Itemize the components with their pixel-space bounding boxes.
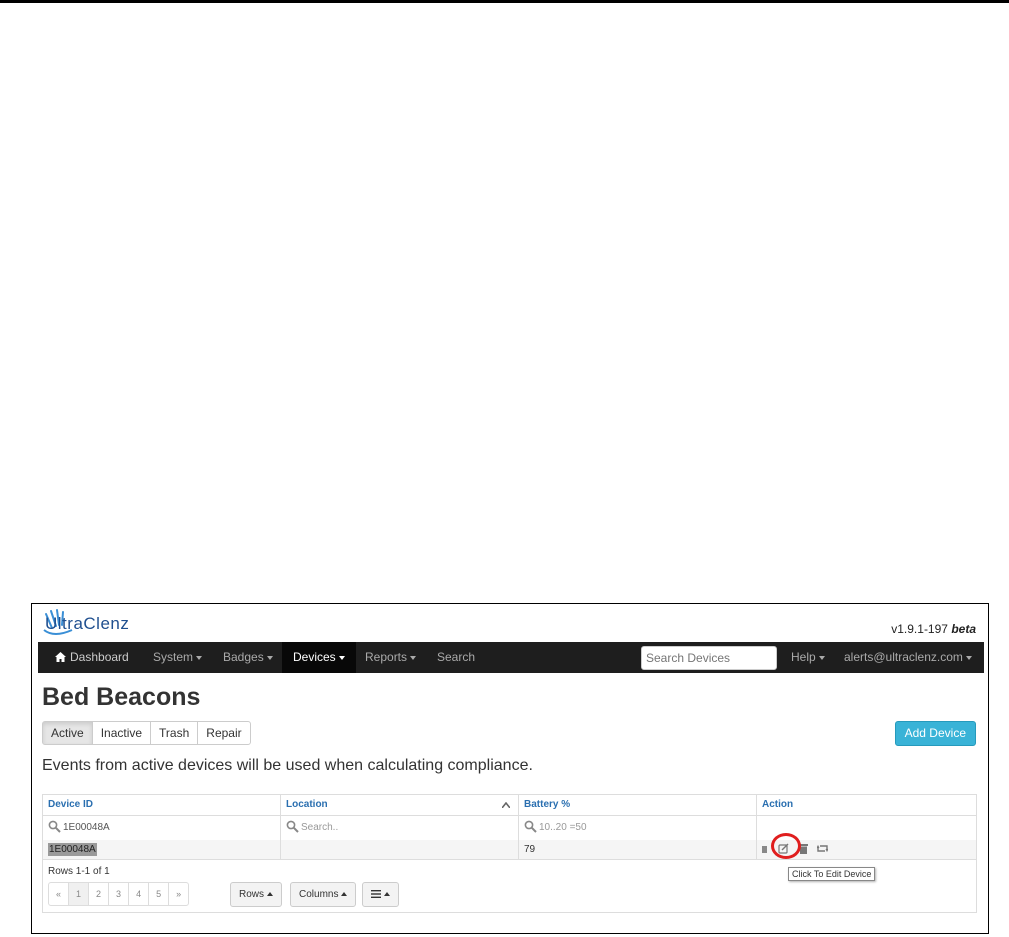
page-title: Bed Beacons	[42, 683, 201, 711]
nav-reports[interactable]: Reports	[354, 642, 427, 673]
chevron-down-icon	[266, 655, 273, 660]
page-5[interactable]: 5	[148, 882, 170, 906]
page-2[interactable]: 2	[88, 882, 110, 906]
brand-bar: UltraClenz v1.9.1-197 beta	[32, 604, 988, 642]
column-header-device-id[interactable]: Device ID	[43, 795, 281, 815]
highlight-circle	[771, 833, 801, 859]
version-label: v1.9.1-197 beta	[891, 622, 976, 636]
page-next[interactable]: »	[168, 882, 190, 906]
nav-system[interactable]: System	[142, 642, 213, 673]
list-icon	[371, 890, 381, 899]
nav-search[interactable]: Search	[426, 642, 486, 673]
page-prev[interactable]: «	[48, 882, 70, 906]
retweet-icon[interactable]	[817, 843, 829, 854]
nav-dashboard[interactable]: Dashboard	[44, 642, 140, 673]
logo-text: UltraClenz	[45, 614, 130, 633]
top-border	[0, 0, 1009, 3]
cell-device-id: 1E00048A	[43, 840, 281, 859]
stop-icon[interactable]	[762, 843, 767, 854]
search-icon	[286, 820, 299, 833]
chevron-down-icon	[410, 655, 417, 660]
tab-active[interactable]: Active	[42, 721, 93, 745]
search-icon	[48, 820, 61, 833]
caret-up-icon	[267, 892, 274, 897]
devices-table: Device ID Location Battery % Action 1E00…	[42, 794, 977, 913]
filter-device-id[interactable]: 1E00048A	[43, 816, 281, 840]
column-header-action: Action	[762, 799, 794, 810]
info-text: Events from active devices will be used …	[42, 757, 533, 774]
rows-button[interactable]: Rows	[230, 882, 283, 907]
filter-battery[interactable]: 10..20 =50	[519, 816, 757, 840]
list-options-button[interactable]	[362, 882, 399, 907]
chevron-down-icon	[338, 655, 345, 660]
column-header-location[interactable]: Location	[281, 795, 519, 815]
table-row: 1E00048A 79	[43, 840, 976, 860]
columns-button[interactable]: Columns	[290, 882, 357, 907]
home-icon	[55, 652, 66, 662]
pagination: « 1 2 3 4 5 »	[48, 882, 190, 906]
tab-repair[interactable]: Repair	[197, 721, 251, 745]
nav-badges[interactable]: Badges	[212, 642, 284, 673]
edit-tooltip: Click To Edit Device	[788, 867, 876, 881]
nav-devices[interactable]: Devices	[282, 642, 356, 673]
cell-battery: 79	[519, 840, 757, 859]
search-devices-input[interactable]	[641, 646, 777, 670]
cell-location	[281, 840, 519, 859]
chevron-down-icon	[965, 655, 972, 660]
search-icon	[524, 820, 537, 833]
add-device-button[interactable]: Add Device	[894, 721, 976, 746]
nav-account[interactable]: alerts@ultraclenz.com	[833, 642, 983, 673]
page-1[interactable]: 1	[68, 882, 90, 906]
tab-inactive[interactable]: Inactive	[91, 721, 152, 745]
table-header-row: Device ID Location Battery % Action	[43, 795, 976, 816]
page-3[interactable]: 3	[108, 882, 130, 906]
caret-up-icon	[384, 892, 390, 897]
status-tabs: Active Inactive Trash Repair	[42, 721, 251, 745]
nav-help[interactable]: Help	[780, 642, 836, 673]
rows-info: Rows 1-1 of 1	[48, 866, 110, 877]
browser-screenshot-frame: UltraClenz v1.9.1-197 beta Dashboard Sys…	[31, 603, 989, 934]
chevron-down-icon	[196, 655, 203, 660]
column-header-battery[interactable]: Battery %	[519, 795, 757, 815]
filter-location[interactable]: Search..	[281, 816, 519, 840]
page-4[interactable]: 4	[128, 882, 150, 906]
chevron-down-icon	[818, 655, 825, 660]
caret-up-icon	[341, 892, 348, 897]
top-navbar: Dashboard System Badges Devices Reports …	[38, 642, 984, 673]
tab-trash[interactable]: Trash	[150, 721, 199, 745]
table-filter-row: 1E00048A Search.. 10..20 =50	[43, 816, 976, 841]
sort-ascending-icon	[502, 802, 510, 808]
